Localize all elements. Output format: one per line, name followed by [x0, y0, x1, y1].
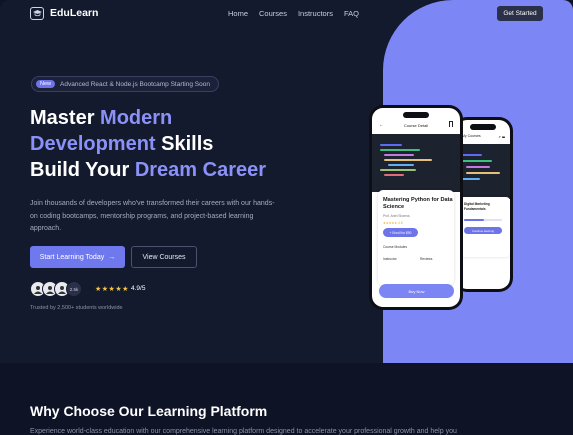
my-courses-title: My Courses — [462, 134, 481, 138]
nav-link-home[interactable]: Home — [228, 9, 248, 18]
announcement-badge[interactable]: New Advanced React & Node.js Bootcamp St… — [31, 76, 219, 92]
features-section — [0, 363, 573, 435]
student-avatars: 2.5k — [30, 281, 82, 297]
phone-screen: My Courses ⌕ ☰ Digital Marketing Fundame… — [456, 120, 510, 289]
buy-now-button[interactable]: Buy Now — [379, 284, 454, 298]
enroll-button[interactable]: + Enroll for $90 — [383, 228, 418, 237]
landing-page: EduLearn Home Courses Instructors FAQ Ge… — [0, 0, 573, 435]
rating-value: 4.9/5 — [131, 285, 146, 292]
phone-notch — [470, 124, 496, 130]
graduation-cap-icon — [30, 7, 44, 20]
get-started-button[interactable]: Get Started — [497, 6, 543, 21]
headline-part: Master — [30, 107, 101, 129]
trusted-text: Trusted by 2,500+ students worldwide — [30, 305, 123, 311]
phone-screen: ← Course Detail Mastering Python for Dat… — [372, 108, 460, 307]
phone-notch — [403, 112, 429, 118]
search-filter-icon: ⌕ ☰ — [498, 134, 505, 139]
rating-stars: ★★★★★ — [95, 286, 129, 293]
nav-links: Home Courses Instructors FAQ — [228, 9, 359, 18]
course-title: Digital Marketing Fundamentals — [464, 202, 490, 211]
arrow-right-icon: → — [108, 253, 116, 261]
headline-highlight: Dream Career — [134, 159, 267, 181]
start-learning-button[interactable]: Start Learning Today → — [30, 246, 125, 268]
course-thumbnail — [372, 134, 460, 192]
course-title: Mastering Python for Data Science — [383, 197, 453, 210]
avatar-count: 2.5k — [66, 281, 82, 297]
course-detail-title: Course Detail — [403, 123, 429, 128]
headline-part: Build Your — [30, 159, 135, 181]
continue-button[interactable]: Continue learning — [464, 227, 502, 234]
hero-description: Join thousands of developers who've tran… — [30, 200, 275, 232]
nav-link-faq[interactable]: FAQ — [344, 9, 359, 18]
course-modules-label[interactable]: Course Modules — [383, 245, 407, 249]
brand-name[interactable]: EduLearn — [50, 7, 98, 19]
nav-link-courses[interactable]: Courses — [259, 9, 287, 18]
section-title: Why Choose Our Learning Platform — [30, 403, 268, 419]
reviews-tab[interactable]: Reviews — [420, 257, 432, 261]
announcement-text: Advanced React & Node.js Bootcamp Starti… — [60, 80, 210, 88]
course-thumbnail — [456, 144, 510, 199]
phone-mockup-front: ← Course Detail Mastering Python for Dat… — [369, 105, 463, 310]
new-tag: New — [36, 80, 56, 88]
instructor-tab[interactable]: Instructor — [383, 257, 397, 261]
headline-highlight: Modern — [100, 107, 173, 129]
course-card: Mastering Python for Data Science Prof. … — [378, 190, 454, 285]
bookmark-icon[interactable] — [449, 121, 453, 127]
course-card[interactable]: Digital Marketing Fundamentals Continue … — [460, 197, 510, 257]
section-subtitle: Experience world-class education with ou… — [30, 428, 457, 435]
headline-highlight: Development — [30, 133, 156, 155]
course-author: Prof. Aniel Sharma — [383, 214, 410, 218]
start-learning-label: Start Learning Today — [39, 253, 105, 261]
course-rating: ★★★★★ 4.8 — [383, 221, 403, 225]
progress-bar — [464, 219, 502, 221]
top-navbar: EduLearn Home Courses Instructors FAQ Ge… — [0, 0, 573, 28]
view-courses-button[interactable]: View Courses — [131, 246, 197, 268]
headline-part: Skills — [155, 133, 214, 155]
nav-link-instructors[interactable]: Instructors — [298, 9, 333, 18]
hero-headline: Master Modern Development Skills Build Y… — [30, 105, 330, 183]
